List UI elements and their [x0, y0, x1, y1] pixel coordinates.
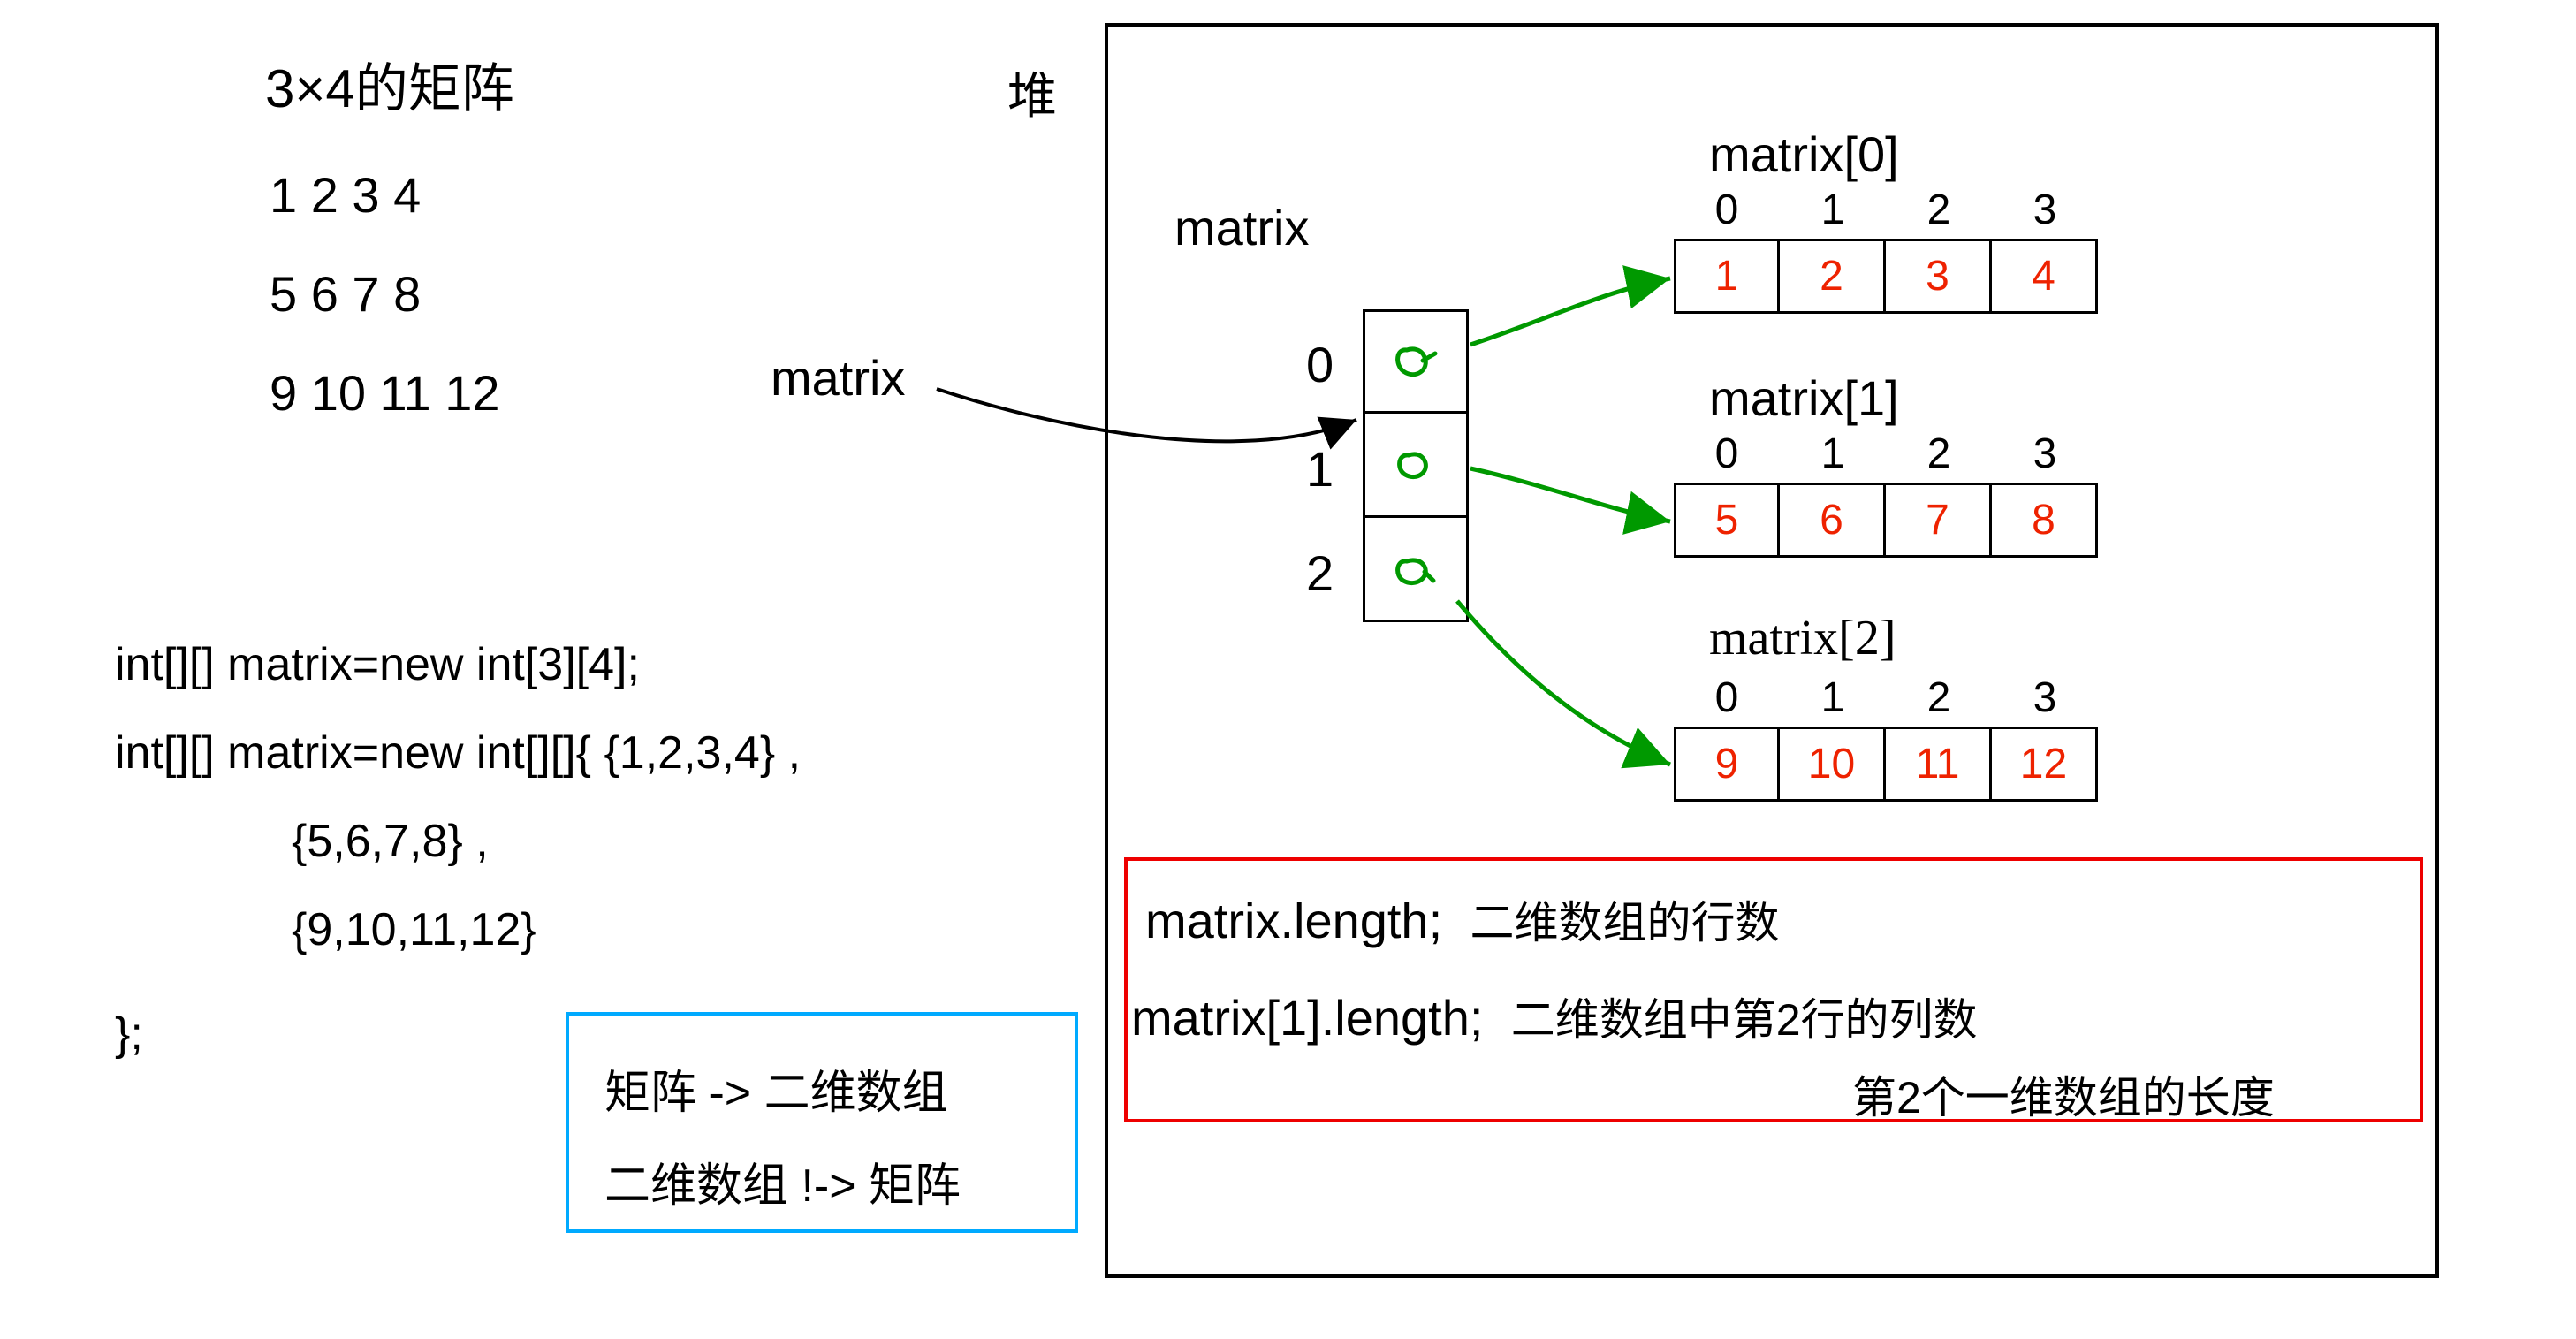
outer-index-1: 1: [1306, 440, 1334, 498]
idx: 0: [1674, 186, 1780, 234]
subarray-indices-1: 0 1 2 3: [1674, 430, 2098, 478]
cell: 6: [1780, 483, 1886, 558]
matrix-length-desc: 二维数组的行数: [1470, 898, 1779, 947]
cell: 2: [1780, 239, 1886, 314]
matrix-length-code: matrix.length;: [1145, 893, 1442, 948]
cell: 12: [1992, 727, 2098, 802]
cell: 5: [1674, 483, 1780, 558]
cell: 9: [1674, 727, 1780, 802]
cell: 3: [1886, 239, 1992, 314]
heap-container: matrix 0 1 2 matrix[0] 0 1 2 3 1 2 3 4 m…: [1105, 23, 2439, 1278]
idx: 3: [1992, 186, 2098, 234]
idx: 2: [1886, 673, 1992, 722]
pointer-scribble-icon: [1389, 547, 1442, 591]
diagram-title: 3×4的矩阵: [265, 46, 514, 123]
matrix-row-length-desc2: 第2个一维数组的长度: [1852, 1062, 2275, 1126]
subarray-label-1: matrix[1]: [1709, 369, 1899, 427]
outer-array: [1363, 309, 1469, 622]
matrix-row-0: 1 2 3 4: [270, 166, 421, 224]
cell: 4: [1992, 239, 2098, 314]
idx: 3: [1992, 673, 2098, 722]
outer-cell-2: [1363, 518, 1469, 622]
cell: 11: [1886, 727, 1992, 802]
idx: 0: [1674, 430, 1780, 478]
outer-cell-1: [1363, 414, 1469, 518]
subarray-1: 5 6 7 8: [1674, 483, 2098, 558]
code-line-5: };: [115, 1008, 143, 1061]
subarray-0: 1 2 3 4: [1674, 239, 2098, 314]
cell: 8: [1992, 483, 2098, 558]
pointer-scribble-icon: [1389, 339, 1442, 384]
outer-array-label: matrix: [1174, 199, 1309, 256]
outer-index-2: 2: [1306, 544, 1334, 602]
idx: 1: [1780, 186, 1886, 234]
outer-cell-0: [1363, 309, 1469, 414]
idx: 1: [1780, 673, 1886, 722]
matrix-row-2: 9 10 11 12: [270, 364, 500, 422]
heap-label: 堆: [1007, 57, 1057, 128]
subarray-label-0: matrix[0]: [1709, 126, 1899, 183]
code-line-1: int[][] matrix=new int[3][4];: [115, 638, 640, 691]
idx: 3: [1992, 430, 2098, 478]
subarray-2: 9 10 11 12: [1674, 727, 2098, 802]
outer-index-0: 0: [1306, 336, 1334, 393]
idx: 2: [1886, 430, 1992, 478]
idx: 2: [1886, 186, 1992, 234]
idx: 0: [1674, 673, 1780, 722]
code-line-4: {9,10,11,12}: [292, 903, 536, 956]
code-line-2: int[][] matrix=new int[][]{ {1,2,3,4} ,: [115, 727, 801, 780]
matrix-pointer-label: matrix: [771, 349, 905, 407]
matrix-row-length-code: matrix[1].length;: [1131, 990, 1483, 1046]
code-line-3: {5,6,7,8} ,: [292, 815, 489, 868]
matrix-row-length-desc: 二维数组中第2行的列数: [1511, 995, 1978, 1045]
subarray-indices-0: 0 1 2 3: [1674, 186, 2098, 234]
matrix-row-1: 5 6 7 8: [270, 265, 421, 323]
cell: 10: [1780, 727, 1886, 802]
cell: 7: [1886, 483, 1992, 558]
subarray-label-2: matrix[2]: [1709, 610, 1896, 666]
idx: 1: [1780, 430, 1886, 478]
note-line-2: 二维数组 !-> 矩阵: [604, 1148, 961, 1214]
cell: 1: [1674, 239, 1780, 314]
pointer-scribble-icon: [1389, 443, 1442, 487]
note-box: 矩阵 -> 二维数组 二维数组 !-> 矩阵: [566, 1012, 1078, 1233]
length-explain-box: matrix.length; 二维数组的行数 matrix[1].length;…: [1124, 857, 2423, 1122]
note-line-1: 矩阵 -> 二维数组: [604, 1055, 948, 1122]
subarray-indices-2: 0 1 2 3: [1674, 673, 2098, 722]
